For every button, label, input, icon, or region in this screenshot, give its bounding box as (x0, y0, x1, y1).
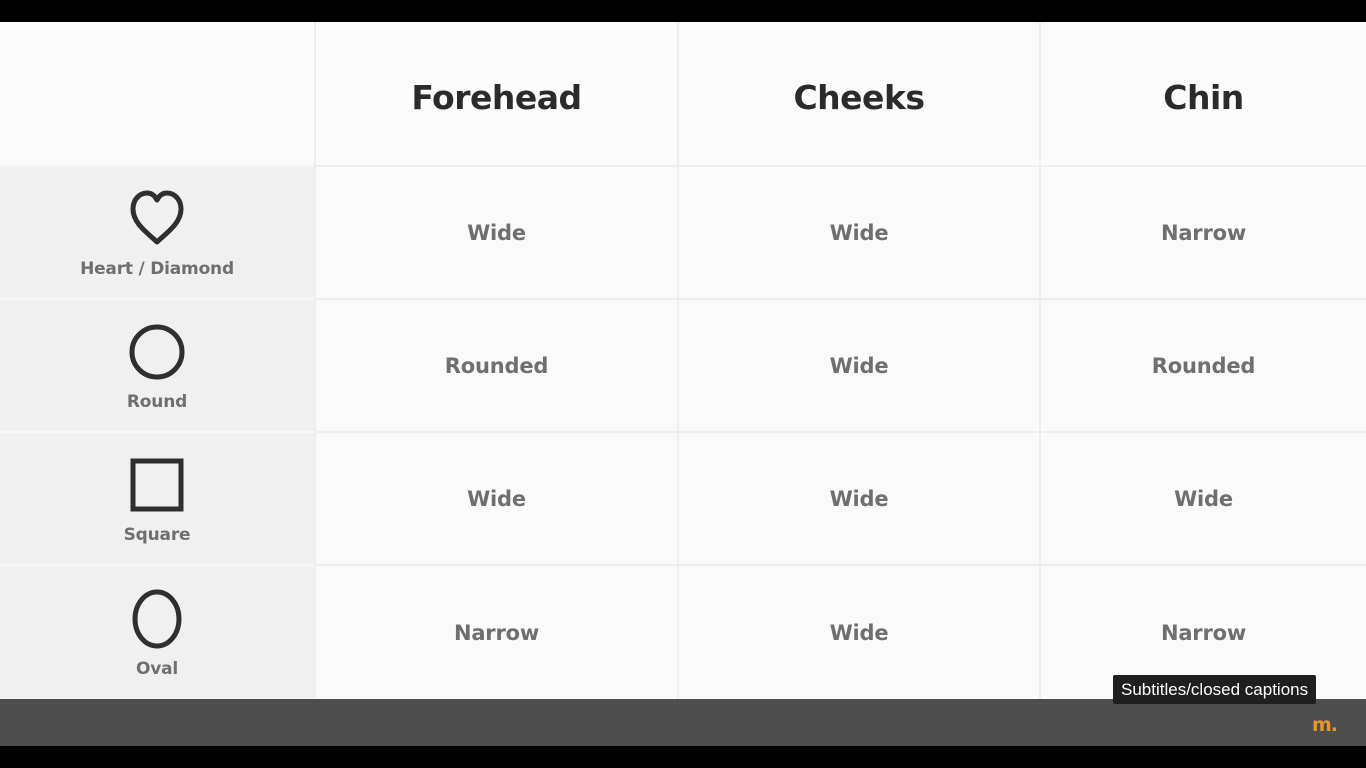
column-title: Forehead (411, 78, 582, 117)
video-player[interactable]: Forehead Cheeks Chin Heart / Diamond Wid… (0, 0, 1366, 768)
face-shape-table: Forehead Cheeks Chin Heart / Diamond Wid… (0, 22, 1366, 699)
table-corner-cell (0, 22, 314, 165)
shape-label: Heart / Diamond (80, 258, 234, 279)
row-header-oval: Oval (0, 564, 314, 699)
table-cell: Wide (677, 431, 1039, 564)
table-cell: Rounded (1039, 298, 1366, 431)
cell-value: Narrow (1160, 620, 1247, 645)
cell-value: Wide (829, 620, 889, 645)
column-title: Chin (1163, 78, 1244, 117)
cell-value: Narrow (1160, 220, 1247, 245)
cell-value: Wide (829, 353, 889, 378)
column-title: Cheeks (793, 78, 925, 117)
cell-value: Wide (829, 486, 889, 511)
heart-icon (130, 190, 184, 244)
table-cell: Wide (314, 165, 677, 298)
square-icon (130, 458, 184, 511)
shape-label: Square (123, 524, 191, 545)
table-cell: Wide (677, 165, 1039, 298)
table-cell: Narrow (314, 564, 677, 699)
table-cell: Wide (314, 431, 677, 564)
table-cell: Wide (677, 564, 1039, 699)
cell-value: Wide (1174, 486, 1233, 511)
cell-value: Wide (467, 486, 526, 511)
cell-value: Wide (467, 220, 526, 245)
table-cell: Narrow (1039, 165, 1366, 298)
column-header-cheeks: Cheeks (677, 22, 1039, 165)
row-header-square: Square (0, 431, 314, 564)
table-cell: Rounded (314, 298, 677, 431)
cell-value: Rounded (1151, 353, 1256, 378)
brand-logo: m. (1312, 714, 1338, 736)
player-control-bar[interactable] (0, 699, 1366, 746)
circle-icon (129, 324, 185, 379)
table-cell: Wide (677, 298, 1039, 431)
video-frame[interactable]: Forehead Cheeks Chin Heart / Diamond Wid… (0, 22, 1366, 699)
subtitles-tooltip: Subtitles/closed captions (1113, 675, 1317, 704)
letterbox-top (0, 0, 1366, 22)
row-header-heart-diamond: Heart / Diamond (0, 165, 314, 298)
column-header-chin: Chin (1039, 22, 1366, 165)
letterbox-bottom (0, 746, 1366, 768)
table-cell: Wide (1039, 431, 1366, 564)
column-header-forehead: Forehead (314, 22, 677, 165)
oval-icon (132, 589, 182, 648)
cell-value: Wide (829, 220, 889, 245)
shape-label: Oval (135, 658, 179, 679)
row-header-round: Round (0, 298, 314, 431)
cell-value: Rounded (444, 353, 549, 378)
cell-value: Narrow (453, 620, 540, 645)
shape-label: Round (126, 391, 188, 412)
